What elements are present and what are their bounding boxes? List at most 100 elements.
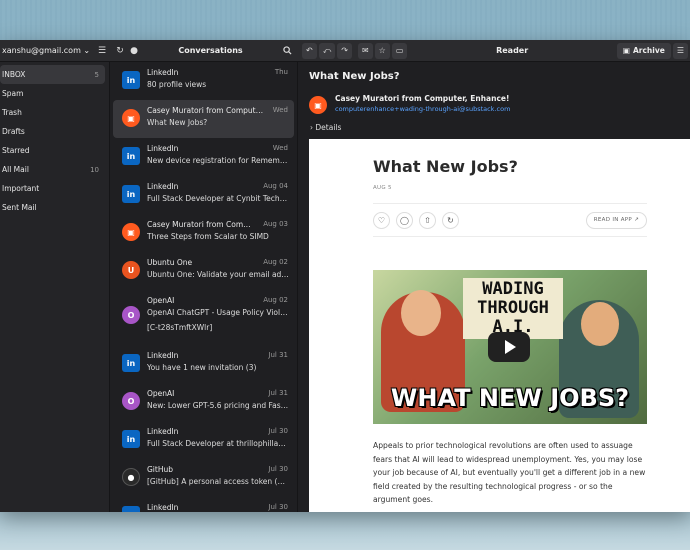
refresh-icon[interactable]: ↻ [113, 44, 127, 58]
thumbnail-series-title: WADING THROUGH A.I. [463, 278, 563, 339]
row-date: Aug 03 [263, 220, 288, 228]
search-icon[interactable] [280, 44, 294, 58]
folder-label: Spam [2, 89, 24, 98]
read-in-app-label: READ IN APP [593, 217, 633, 223]
folder-count: 5 [94, 70, 99, 79]
article-actions: ♡ ◯ ⇧ ↻ READ IN APP ↗ [373, 203, 647, 237]
chevron-right-icon: › [310, 123, 313, 132]
ubuntu-avatar-icon: U [122, 261, 140, 279]
forward-icon[interactable]: ↷ [337, 42, 352, 59]
row-subject: Full Stack Developer at Cynbit Techn... [147, 194, 289, 203]
row-date: Jul 31 [268, 389, 288, 397]
conversation-row[interactable]: O OpenAI Aug 02 OpenAI ChatGPT - Usage P… [110, 290, 297, 345]
more-menu-icon[interactable]: ☰ [672, 42, 688, 59]
row-subject: [GitHub] A personal access token (cla... [147, 477, 289, 486]
article-title: What New Jobs? [373, 157, 518, 176]
row-sender: Casey Muratori from Comput... [147, 220, 255, 229]
mail-icon[interactable]: ✉ [357, 42, 373, 59]
conversation-row[interactable]: in LinkedIn Wed New device registration … [110, 138, 297, 176]
conversation-row[interactable]: O OpenAI Jul 31 New: Lower GPT-5.6 prici… [110, 383, 297, 421]
folder-count: 10 [90, 165, 99, 174]
folder-inbox[interactable]: INBOX 5 [0, 65, 105, 84]
conversation-row-selected[interactable]: ▣ Casey Muratori from Computer, ... Wed … [113, 100, 294, 138]
row-subject: You have 1 new invitation (3) [147, 363, 257, 372]
conversation-row[interactable]: in LinkedIn Jul 30 Full Stack Developer … [110, 421, 297, 459]
mail-window: xanshu@gmail.com ⌄ ☰ ↻ ● Conversations ↶… [0, 40, 690, 512]
row-sender: LinkedIn [147, 182, 179, 191]
row-date: Aug 04 [263, 182, 288, 190]
conversation-row[interactable]: in LinkedIn Aug 04 Full Stack Developer … [110, 176, 297, 214]
reader-title: Reader [496, 46, 529, 55]
conversation-row[interactable]: ▣ Casey Muratori from Comput... Aug 03 T… [110, 214, 297, 252]
row-sender: LinkedIn [147, 144, 179, 153]
openai-avatar-icon: O [122, 392, 140, 410]
conversation-list: in LinkedIn Thu 80 profile views ▣ Casey… [109, 62, 298, 512]
folder-starred[interactable]: Starred [0, 141, 105, 160]
reader-toolbar: ↶ ⤺ ↷ ✉ ☆ ▭ Reader ▣ Archive ☰ [298, 40, 690, 62]
linkedin-avatar-icon: in [122, 430, 140, 448]
restack-icon[interactable]: ↻ [442, 211, 459, 229]
row-date: Thu [274, 68, 288, 76]
conversation-row[interactable]: U Ubuntu One Aug 02 Ubuntu One: Validate… [110, 252, 297, 290]
article: What New Jobs? AUG 5 ♡ ◯ ⇧ ↻ READ IN APP… [373, 139, 647, 507]
star-icon[interactable]: ☆ [374, 42, 390, 59]
heart-icon[interactable]: ♡ [373, 211, 390, 229]
message-subject: What New Jobs? [309, 71, 400, 82]
row-date: Aug 02 [263, 258, 288, 266]
folder-sent-mail[interactable]: Sent Mail [0, 198, 105, 217]
linkedin-avatar-icon: in [122, 354, 140, 372]
folder-sidebar: INBOX 5 Spam Trash Drafts Starred All Mai… [0, 62, 109, 512]
archive-button[interactable]: ▣ Archive [616, 42, 671, 59]
reply-all-icon[interactable]: ⤺ [318, 42, 336, 59]
folder-spam[interactable]: Spam [0, 84, 105, 103]
conversation-row[interactable]: ● GitHub Jul 30 [GitHub] A personal acce… [110, 459, 297, 497]
comment-icon[interactable]: ◯ [396, 211, 413, 229]
article-date: AUG 5 [373, 185, 392, 191]
play-icon[interactable] [488, 332, 530, 362]
list-title: Conversations [178, 46, 243, 55]
row-date: Wed [272, 144, 288, 152]
folder-all-mail[interactable]: All Mail 10 [0, 160, 105, 179]
substack-avatar-icon: ▣ [309, 96, 327, 114]
folder-label: Important [2, 184, 40, 193]
row-date: Jul 31 [268, 351, 288, 359]
conversation-row[interactable]: in LinkedIn Jul 30 [110, 497, 297, 512]
thumbnail-face-left [401, 290, 441, 336]
folder-important[interactable]: Important [0, 179, 105, 198]
details-label: Details [315, 123, 342, 132]
folder-label: Sent Mail [2, 203, 37, 212]
share-icon[interactable]: ⇧ [419, 211, 436, 229]
row-sender: LinkedIn [147, 503, 179, 512]
row-sender: Ubuntu One [147, 258, 193, 267]
account-selector[interactable]: xanshu@gmail.com ⌄ [2, 46, 95, 55]
status-dot-icon: ● [130, 45, 138, 56]
row-date: Wed [272, 106, 288, 114]
folder-label: Trash [2, 108, 22, 117]
folder-label: INBOX [2, 70, 26, 79]
conversation-row[interactable]: in LinkedIn Thu 80 profile views [110, 62, 297, 100]
reply-icon[interactable]: ↶ [302, 42, 317, 59]
substack-avatar-icon: ▣ [122, 223, 140, 241]
row-date: Aug 02 [263, 296, 288, 304]
substack-avatar-icon: ▣ [122, 109, 140, 127]
row-subject: New device registration for Remembe... [147, 156, 289, 165]
video-thumbnail[interactable]: WADING THROUGH A.I. WHAT NEW JOBS? [373, 270, 647, 424]
folder-label: Starred [2, 146, 30, 155]
folder-trash[interactable]: Trash [0, 103, 105, 122]
from-address[interactable]: computerenhance+wading-through-ai@substa… [335, 105, 690, 113]
row-subject: Three Steps from Scalar to SIMD [147, 232, 269, 241]
hamburger-menu-icon[interactable]: ☰ [95, 44, 109, 58]
details-toggle[interactable]: › Details [298, 119, 690, 137]
linkedin-avatar-icon: in [122, 185, 140, 203]
read-in-app-button[interactable]: READ IN APP ↗ [585, 211, 647, 229]
row-subject: OpenAI ChatGPT - Usage Policy Viola... [147, 308, 289, 317]
folder-drafts[interactable]: Drafts [0, 122, 105, 141]
chevron-down-icon: ⌄ [83, 46, 91, 55]
folder-label: All Mail [2, 165, 29, 174]
conversation-row[interactable]: in LinkedIn Jul 31 You have 1 new invita… [110, 345, 297, 383]
row-subject: Full Stack Developer at thrillophillaa (… [147, 439, 289, 448]
thumbnail-caption: WHAT NEW JOBS? [390, 384, 630, 412]
folder-icon[interactable]: ▭ [391, 42, 408, 59]
article-paragraph: Appeals to prior technological revolutio… [373, 441, 646, 504]
github-avatar-icon: ● [122, 468, 140, 486]
